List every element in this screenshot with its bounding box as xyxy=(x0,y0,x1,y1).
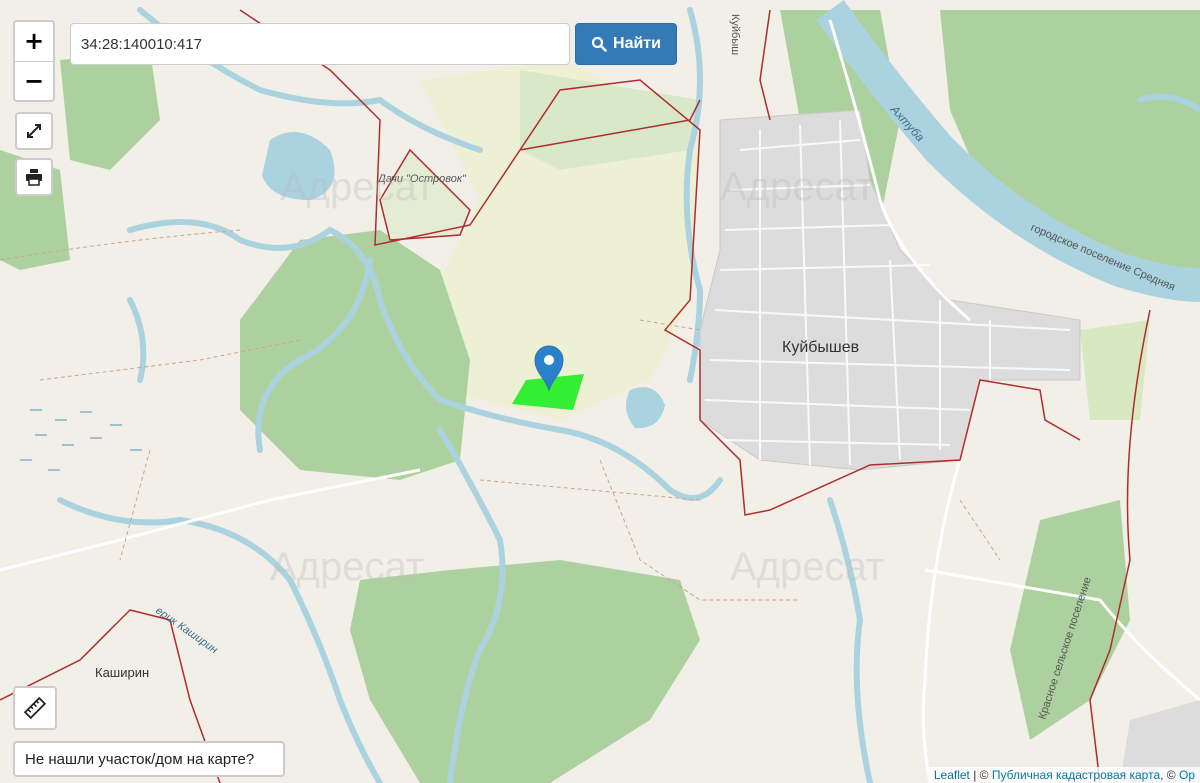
watermark-text: Адресат xyxy=(730,545,884,589)
not-found-button[interactable]: Не нашли участок/дом на карте? xyxy=(13,741,285,777)
osm-link[interactable]: Op xyxy=(1179,768,1195,782)
pkk-link[interactable]: Публичная кадастровая карта xyxy=(992,768,1160,782)
zoom-in-button[interactable]: + xyxy=(15,22,53,61)
ruler-icon xyxy=(24,697,46,719)
attribution-sep: | © xyxy=(969,768,992,782)
find-button[interactable]: Найти xyxy=(575,23,677,65)
ruler-button[interactable] xyxy=(13,686,57,730)
watermark-text: Адресат xyxy=(270,545,424,589)
village-label: Каширин xyxy=(95,665,149,680)
find-button-label: Найти xyxy=(613,35,661,52)
zoom-out-button[interactable]: − xyxy=(15,61,53,100)
map-canvas[interactable]: Куйбышев Дачи "Островок" Ахтуба городско… xyxy=(0,0,1200,783)
attribution-sep: , © xyxy=(1160,768,1179,782)
city-label: Куйбышев xyxy=(782,339,859,356)
attribution: Leaflet | © Публичная кадастровая карта,… xyxy=(928,767,1200,783)
search-icon xyxy=(591,36,607,52)
fullscreen-icon xyxy=(27,124,41,138)
watermark-text: Адресат xyxy=(720,165,874,209)
search-input[interactable] xyxy=(70,23,570,65)
road-label: Куйбыш xyxy=(729,14,741,55)
watermark-text: Адресат xyxy=(280,165,434,209)
printer-icon xyxy=(26,169,42,186)
print-button[interactable] xyxy=(15,158,53,196)
fullscreen-button[interactable] xyxy=(15,112,53,150)
leaflet-link[interactable]: Leaflet xyxy=(934,768,970,782)
zoom-control: + − xyxy=(13,20,55,102)
